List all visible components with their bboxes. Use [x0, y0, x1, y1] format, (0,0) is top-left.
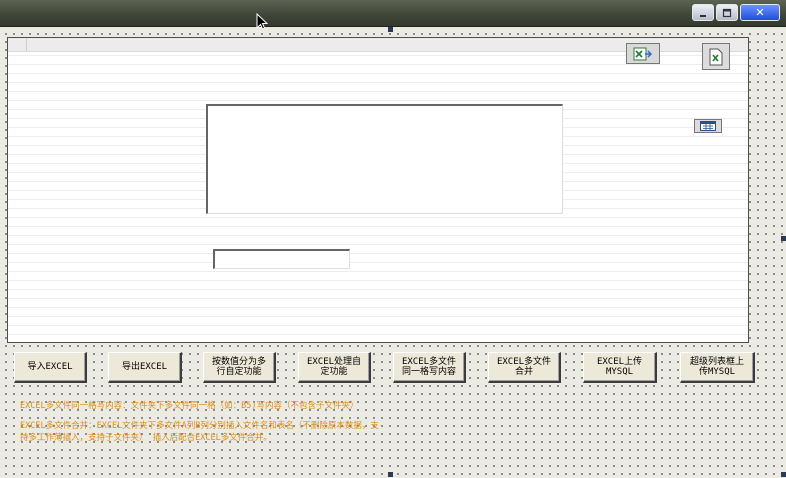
export-excel-button[interactable]: 导出EXCEL [108, 352, 182, 383]
excel-export-icon [633, 47, 653, 60]
resize-handle-right[interactable] [781, 236, 786, 241]
minimize-icon [700, 14, 706, 17]
upload-mysql-button[interactable]: EXCEL上传 MYSQL [583, 352, 657, 383]
resize-handle-corner[interactable] [781, 472, 786, 477]
multiline-edit-box[interactable] [206, 104, 563, 214]
single-line-edit-box[interactable] [213, 249, 350, 269]
title-bar[interactable]: ✕ [0, 0, 786, 31]
window-controls: ✕ [692, 4, 780, 21]
description-merge: EXCEL多文件合并：EXCEL文件夹下多文件A列B列分别插入文件名和表名（不删… [20, 421, 379, 443]
split-rows-button[interactable]: 按数值分为多 行自定功能 [203, 352, 276, 383]
excel-export-control[interactable] [626, 43, 660, 64]
multi-file-merge-button[interactable]: EXCEL多文件 合并 [488, 352, 561, 383]
super-list-upload-button[interactable]: 超级列表框上 传MYSQL [680, 352, 755, 383]
maximize-button[interactable] [716, 4, 738, 21]
close-icon: ✕ [755, 6, 765, 19]
multi-file-same-cell-button[interactable]: EXCEL多文件 同一格写内容 [393, 352, 466, 383]
excel-process-button[interactable]: EXCEL处理自 定功能 [298, 352, 371, 383]
list-view-control[interactable] [694, 119, 722, 133]
excel-file-control[interactable] [702, 43, 730, 70]
resize-handle-top[interactable] [388, 27, 393, 32]
resize-handle-bottom[interactable] [388, 472, 393, 477]
minimize-button[interactable] [692, 4, 714, 21]
list-view-icon [700, 121, 716, 131]
import-excel-button[interactable]: 导入EXCEL [14, 352, 87, 383]
close-button[interactable]: ✕ [740, 4, 780, 21]
maximize-icon [722, 8, 732, 17]
description-same-cell: EXCEL多文件同一格写内容：文件夹下多文件同一格（如：B5)写内容（不包含子文… [20, 401, 359, 411]
excel-file-icon [709, 48, 723, 65]
